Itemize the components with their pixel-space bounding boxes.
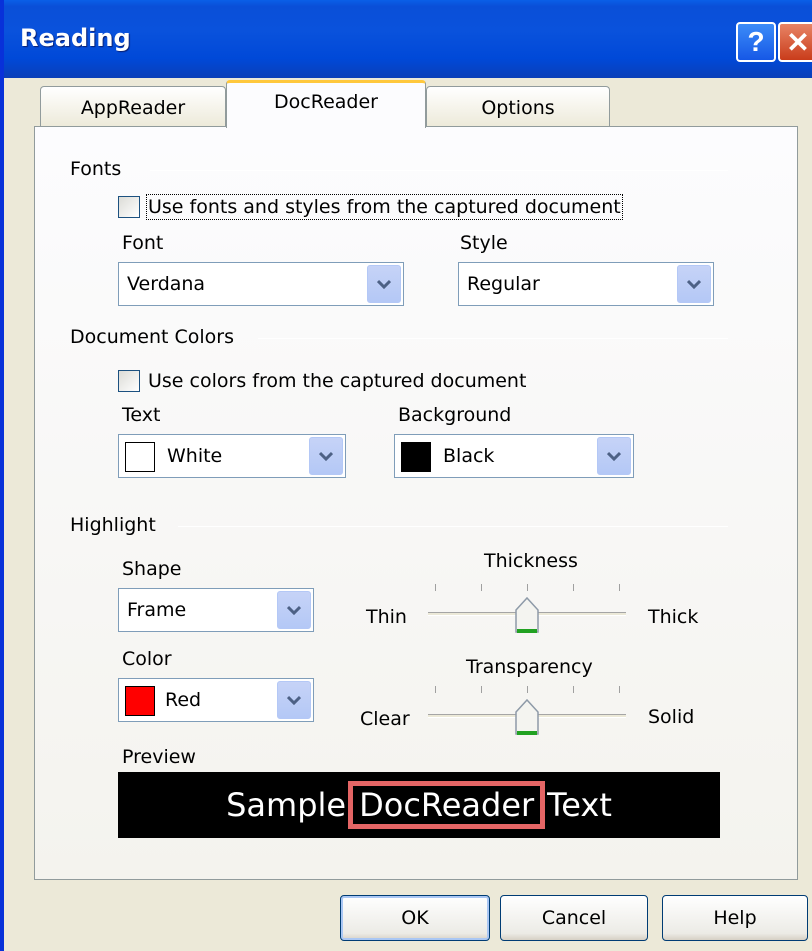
title-bar[interactable]: Reading ? ✕ (4, 0, 812, 78)
help-icon[interactable]: ? (736, 22, 776, 62)
background-color-label: Background (398, 404, 512, 426)
chevron-down-icon[interactable] (277, 681, 311, 719)
slider-tick (435, 584, 436, 591)
close-icon[interactable]: ✕ (778, 22, 812, 62)
slider-tick (481, 686, 482, 693)
chevron-down-icon[interactable] (277, 591, 311, 629)
tab-docreader-label: DocReader (274, 91, 378, 113)
text-color-label: Text (122, 404, 161, 426)
help-button-label: Help (713, 907, 757, 929)
highlight-color-select[interactable]: Red (118, 678, 314, 722)
highlight-color-swatch (125, 686, 155, 716)
window-title: Reading (20, 24, 131, 52)
cancel-button-label: Cancel (541, 907, 607, 929)
tab-appreader[interactable]: AppReader (40, 86, 226, 128)
background-color-select[interactable]: Black (394, 434, 634, 478)
fonts-group-label: Fonts (70, 158, 122, 180)
highlight-group-label: Highlight (70, 514, 156, 536)
document-colors-group-divider (258, 338, 728, 339)
slider-tick (619, 584, 620, 591)
background-color-swatch (401, 442, 431, 472)
chevron-down-icon[interactable] (309, 437, 343, 475)
style-select[interactable]: Regular (458, 262, 714, 306)
tab-options[interactable]: Options (426, 86, 610, 128)
preview-box: Sample DocReader Text (118, 772, 720, 838)
font-select-value: Verdana (127, 273, 206, 295)
preview-text-after: Text (547, 786, 612, 824)
document-colors-group-label: Document Colors (70, 326, 234, 348)
transparency-max-label: Solid (648, 706, 695, 728)
fonts-group-divider (150, 170, 728, 171)
preview-text-before: Sample (226, 786, 347, 824)
reading-dialog: Reading ? ✕ AppReader Options DocReader … (0, 0, 812, 951)
help-button[interactable]: Help (662, 895, 808, 941)
cancel-button[interactable]: Cancel (500, 895, 648, 941)
style-label: Style (460, 232, 508, 254)
transparency-slider-thumb[interactable] (514, 698, 540, 738)
shape-select-value: Frame (127, 599, 187, 621)
ok-button[interactable]: OK (340, 895, 490, 941)
chevron-down-icon[interactable] (677, 265, 711, 303)
slider-tick (573, 686, 574, 693)
chevron-down-icon[interactable] (367, 265, 401, 303)
preview-text-highlighted: DocReader (359, 786, 535, 824)
text-color-select[interactable]: White (118, 434, 346, 478)
use-fonts-checkbox[interactable] (118, 196, 140, 218)
shape-select[interactable]: Frame (118, 588, 314, 632)
thickness-max-label: Thick (648, 606, 699, 628)
style-select-value: Regular (467, 273, 540, 295)
highlight-color-label: Color (122, 648, 172, 670)
chevron-down-icon[interactable] (597, 437, 631, 475)
use-fonts-label[interactable]: Use fonts and styles from the captured d… (146, 194, 623, 220)
text-color-value: White (167, 445, 223, 467)
transparency-label: Transparency (466, 656, 593, 678)
highlight-group-divider (178, 526, 728, 527)
background-color-value: Black (443, 445, 495, 467)
thickness-slider-thumb[interactable] (514, 596, 540, 636)
slider-tick (573, 584, 574, 591)
slider-tick (527, 584, 528, 591)
transparency-min-label: Clear (360, 708, 410, 730)
tab-appreader-label: AppReader (80, 96, 186, 119)
use-colors-label[interactable]: Use colors from the captured document (148, 370, 526, 392)
tab-docreader[interactable]: DocReader (226, 80, 426, 128)
tab-options-label: Options (481, 96, 555, 119)
highlight-color-value: Red (165, 689, 202, 711)
shape-label: Shape (122, 558, 182, 580)
preview-text: Sample DocReader Text (118, 772, 720, 838)
slider-tick (527, 686, 528, 693)
thickness-min-label: Thin (366, 606, 407, 628)
thickness-label: Thickness (484, 550, 578, 572)
preview-label: Preview (122, 746, 196, 768)
ok-button-label: OK (401, 907, 429, 929)
use-colors-checkbox[interactable] (118, 370, 140, 392)
text-color-swatch (125, 442, 155, 472)
preview-highlight-frame: DocReader (348, 781, 546, 829)
font-select[interactable]: Verdana (118, 262, 404, 306)
slider-tick (619, 686, 620, 693)
slider-tick (481, 584, 482, 591)
font-label: Font (122, 232, 164, 254)
slider-tick (435, 686, 436, 693)
